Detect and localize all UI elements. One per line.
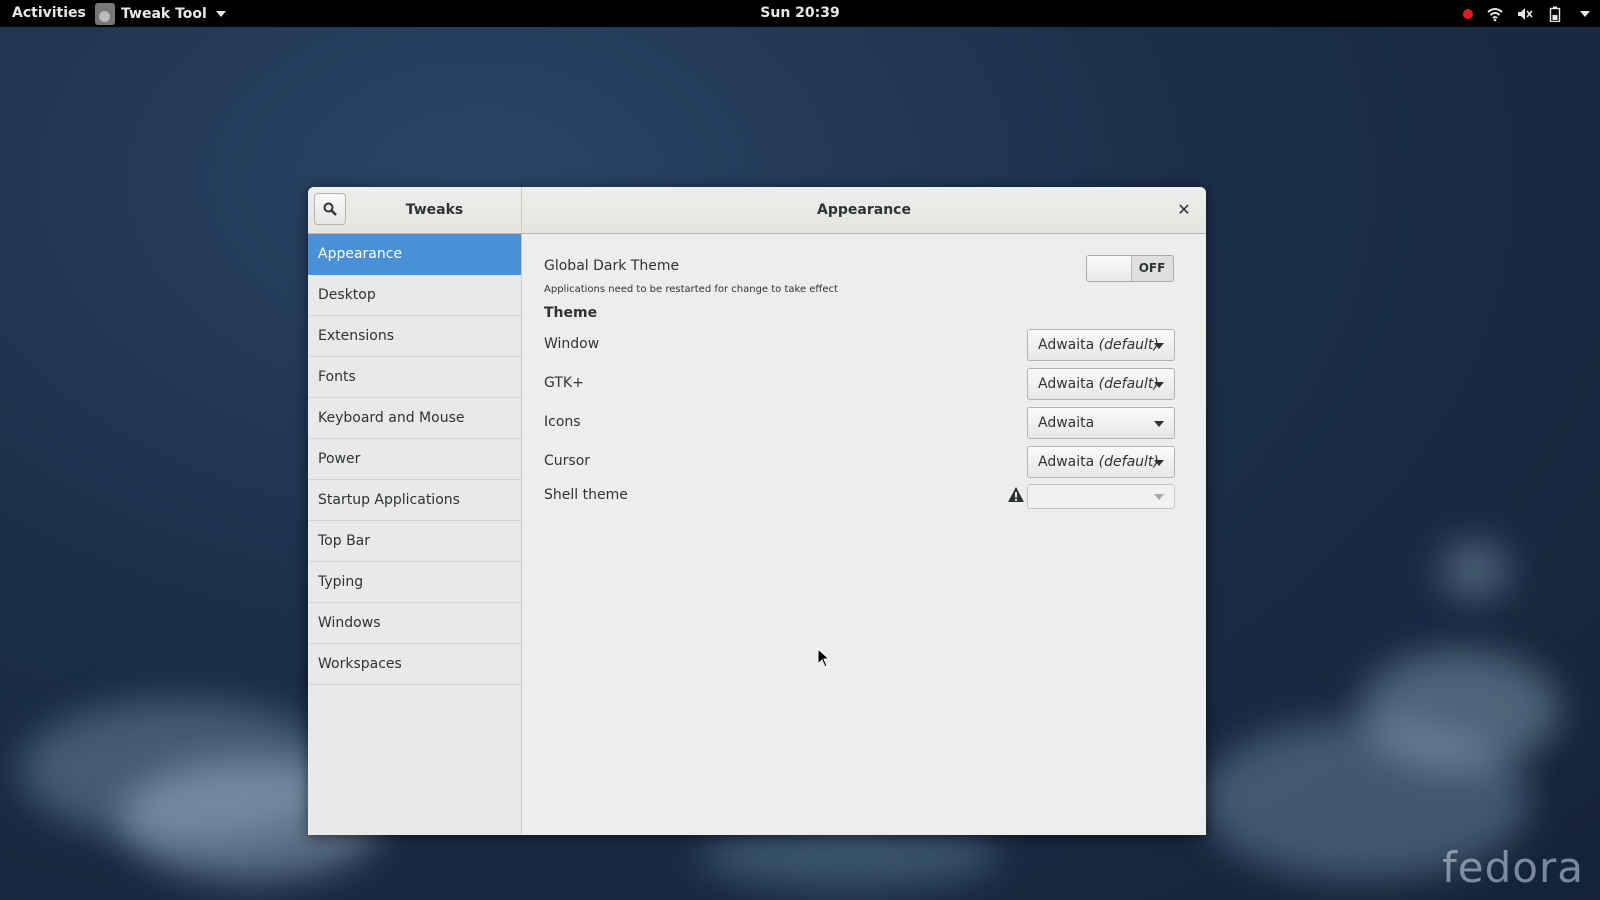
dropdown-default-suffix: (default) — [1098, 376, 1159, 392]
background-cloud — [1440, 540, 1510, 600]
dropdown-arrow-icon — [1154, 460, 1164, 466]
sidebar-item-startup-applications[interactable]: Startup Applications — [308, 480, 521, 521]
dropdown-value: Adwaita — [1038, 337, 1095, 353]
global-dark-theme-note: Applications need to be restarted for ch… — [544, 284, 838, 295]
shell-theme-label: Shell theme — [544, 487, 628, 503]
sidebar-title: Tweaks — [405, 202, 464, 218]
dropdown-default-suffix: (default) — [1098, 337, 1159, 353]
dropdown-value: Adwaita — [1038, 376, 1095, 392]
header-bar: Tweaks Appearance ✕ — [308, 187, 1206, 234]
dropdown-value: Adwaita — [1038, 454, 1095, 470]
system-tray[interactable] — [1463, 0, 1590, 27]
sidebar-item-typing[interactable]: Typing — [308, 562, 521, 603]
gtk-theme-label: GTK+ — [544, 375, 584, 391]
warning-icon — [1008, 487, 1024, 502]
dropdown-arrow-icon — [1154, 382, 1164, 388]
window-theme-label: Window — [544, 336, 600, 352]
global-dark-theme-switch[interactable]: OFF — [1086, 255, 1174, 282]
close-icon: ✕ — [1177, 199, 1191, 219]
sidebar-item-top-bar[interactable]: Top Bar — [308, 521, 521, 562]
cursor-theme-label: Cursor — [544, 453, 591, 469]
battery-icon — [1549, 6, 1561, 22]
volume-muted-icon — [1518, 7, 1533, 20]
app-menu-label: Tweak Tool — [121, 5, 207, 22]
switch-state: OFF — [1138, 261, 1166, 275]
dropdown-arrow-icon — [1154, 494, 1164, 500]
sidebar: Appearance Desktop Extensions Fonts Keyb… — [308, 234, 522, 835]
mouse-pointer-icon — [817, 648, 831, 668]
chevron-down-icon — [215, 10, 226, 17]
appearance-panel: Global Dark Theme Applications need to b… — [522, 234, 1206, 835]
icons-theme-label: Icons — [544, 414, 581, 430]
sidebar-item-fonts[interactable]: Fonts — [308, 357, 521, 398]
dropdown-arrow-icon — [1154, 343, 1164, 349]
record-indicator-icon — [1463, 8, 1473, 19]
top-bar: Activities Tweak Tool Sun 20:39 — [0, 0, 1600, 27]
switch-knob — [1087, 256, 1132, 281]
global-dark-theme-label: Global Dark Theme — [544, 258, 680, 274]
page-title: Appearance — [817, 202, 911, 218]
fedora-watermark: fedora — [1442, 843, 1584, 892]
sidebar-item-extensions[interactable]: Extensions — [308, 316, 521, 357]
theme-section-heading: Theme — [544, 305, 598, 321]
sidebar-item-keyboard-and-mouse[interactable]: Keyboard and Mouse — [308, 398, 521, 439]
search-button[interactable] — [314, 193, 346, 225]
search-icon — [323, 202, 337, 216]
dropdown-arrow-icon — [1154, 421, 1164, 427]
close-button[interactable]: ✕ — [1174, 199, 1194, 219]
shell-theme-dropdown[interactable] — [1027, 484, 1175, 509]
app-menu[interactable]: Tweak Tool — [95, 0, 226, 27]
gtk-theme-dropdown[interactable]: Adwaita (default) — [1027, 368, 1175, 400]
sidebar-item-power[interactable]: Power — [308, 439, 521, 480]
sidebar-item-appearance[interactable]: Appearance — [308, 234, 521, 275]
icons-theme-dropdown[interactable]: Adwaita — [1027, 407, 1175, 439]
cursor-theme-dropdown[interactable]: Adwaita (default) — [1027, 446, 1175, 478]
tweak-tool-icon — [95, 2, 115, 25]
window-theme-dropdown[interactable]: Adwaita (default) — [1027, 329, 1175, 361]
system-menu-chevron-icon — [1580, 10, 1590, 17]
clock[interactable]: Sun 20:39 — [760, 5, 839, 21]
dropdown-default-suffix: (default) — [1098, 454, 1159, 470]
sidebar-item-workspaces[interactable]: Workspaces — [308, 644, 521, 685]
sidebar-header: Tweaks — [308, 187, 522, 233]
activities-button[interactable]: Activities — [12, 5, 86, 21]
dropdown-value: Adwaita — [1038, 415, 1095, 431]
wifi-icon — [1487, 7, 1503, 21]
background-cloud — [1360, 650, 1560, 770]
sidebar-item-windows[interactable]: Windows — [308, 603, 521, 644]
tweak-tool-window: Tweaks Appearance ✕ Appearance Desktop E… — [308, 187, 1206, 835]
sidebar-item-desktop[interactable]: Desktop — [308, 275, 521, 316]
